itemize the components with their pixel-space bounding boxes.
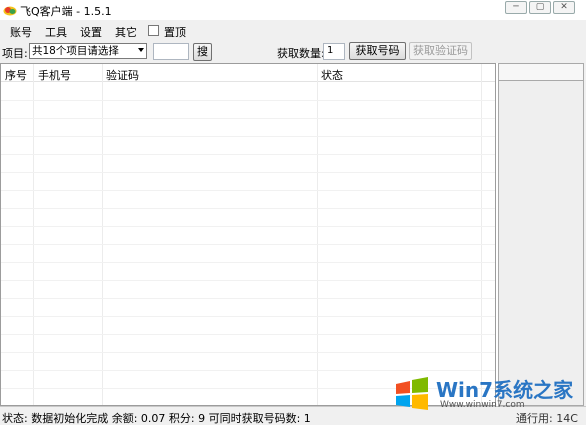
project-label: 项目: — [2, 47, 28, 60]
chevron-down-icon — [138, 48, 144, 52]
row-gridline — [1, 280, 495, 281]
side-panel-header — [498, 63, 584, 81]
column-header-status[interactable]: 状态 — [321, 67, 343, 83]
watermark-url: Www.winwin7.com — [440, 400, 525, 410]
window-title: 飞Q客户端 - 1.5.1 — [20, 5, 112, 18]
results-table[interactable]: 序号 手机号 验证码 状态 — [0, 63, 496, 406]
row-gridline — [1, 154, 495, 155]
row-gridline — [1, 136, 495, 137]
title-bar: 飞Q客户端 - 1.5.1 ─ ▢ ✕ — [0, 0, 586, 20]
status-text: 状态: 数据初始化完成 余额: 0.07 积分: 9 可同时获取号码数: 1 — [2, 412, 311, 425]
minimize-button[interactable]: ─ — [505, 1, 527, 14]
row-gridline — [1, 172, 495, 173]
side-panel-body — [498, 81, 584, 406]
project-select-value: 共18个项目请选择 — [32, 45, 119, 57]
row-gridline — [1, 334, 495, 335]
project-select[interactable]: 共18个项目请选择 — [29, 43, 147, 59]
menu-tools[interactable]: 工具 — [45, 24, 67, 40]
column-header-phone[interactable]: 手机号 — [38, 67, 71, 83]
column-header-code[interactable]: 验证码 — [106, 67, 139, 83]
row-gridline — [1, 100, 495, 101]
search-button[interactable]: 搜 — [193, 43, 212, 61]
menu-settings[interactable]: 设置 — [80, 24, 102, 40]
fetch-count-input[interactable]: 1 — [323, 43, 345, 60]
search-input[interactable] — [153, 43, 189, 60]
row-gridline — [1, 298, 495, 299]
table-header: 序号 手机号 验证码 状态 — [1, 64, 495, 82]
restore-button[interactable]: ▢ — [529, 1, 551, 14]
row-gridline — [1, 316, 495, 317]
row-gridline — [1, 352, 495, 353]
topmost-label: 置顶 — [164, 26, 186, 39]
column-divider — [481, 64, 482, 405]
windows-logo-icon — [396, 377, 428, 410]
close-button[interactable]: ✕ — [553, 1, 575, 14]
app-logo-icon — [3, 6, 17, 16]
row-gridline — [1, 226, 495, 227]
row-gridline — [1, 262, 495, 263]
watermark-brand: Win7系统之家 — [436, 378, 574, 402]
fetch-count-label: 获取数量: — [277, 47, 325, 60]
menu-other[interactable]: 其它 — [115, 24, 137, 40]
row-gridline — [1, 208, 495, 209]
column-header-index[interactable]: 序号 — [5, 67, 27, 83]
watermark: Win7系统之家 Www.winwin7.com — [386, 372, 586, 418]
row-gridline — [1, 118, 495, 119]
menu-account[interactable]: 账号 — [10, 24, 32, 40]
get-number-button[interactable]: 获取号码 — [349, 42, 406, 60]
row-gridline — [1, 190, 495, 191]
side-panel — [498, 63, 586, 406]
topmost-checkbox[interactable] — [148, 25, 159, 36]
column-divider — [317, 64, 318, 405]
column-divider — [102, 64, 103, 405]
get-code-button[interactable]: 获取验证码 — [409, 42, 472, 60]
row-gridline — [1, 244, 495, 245]
column-divider — [33, 64, 34, 405]
row-gridline — [1, 370, 495, 371]
